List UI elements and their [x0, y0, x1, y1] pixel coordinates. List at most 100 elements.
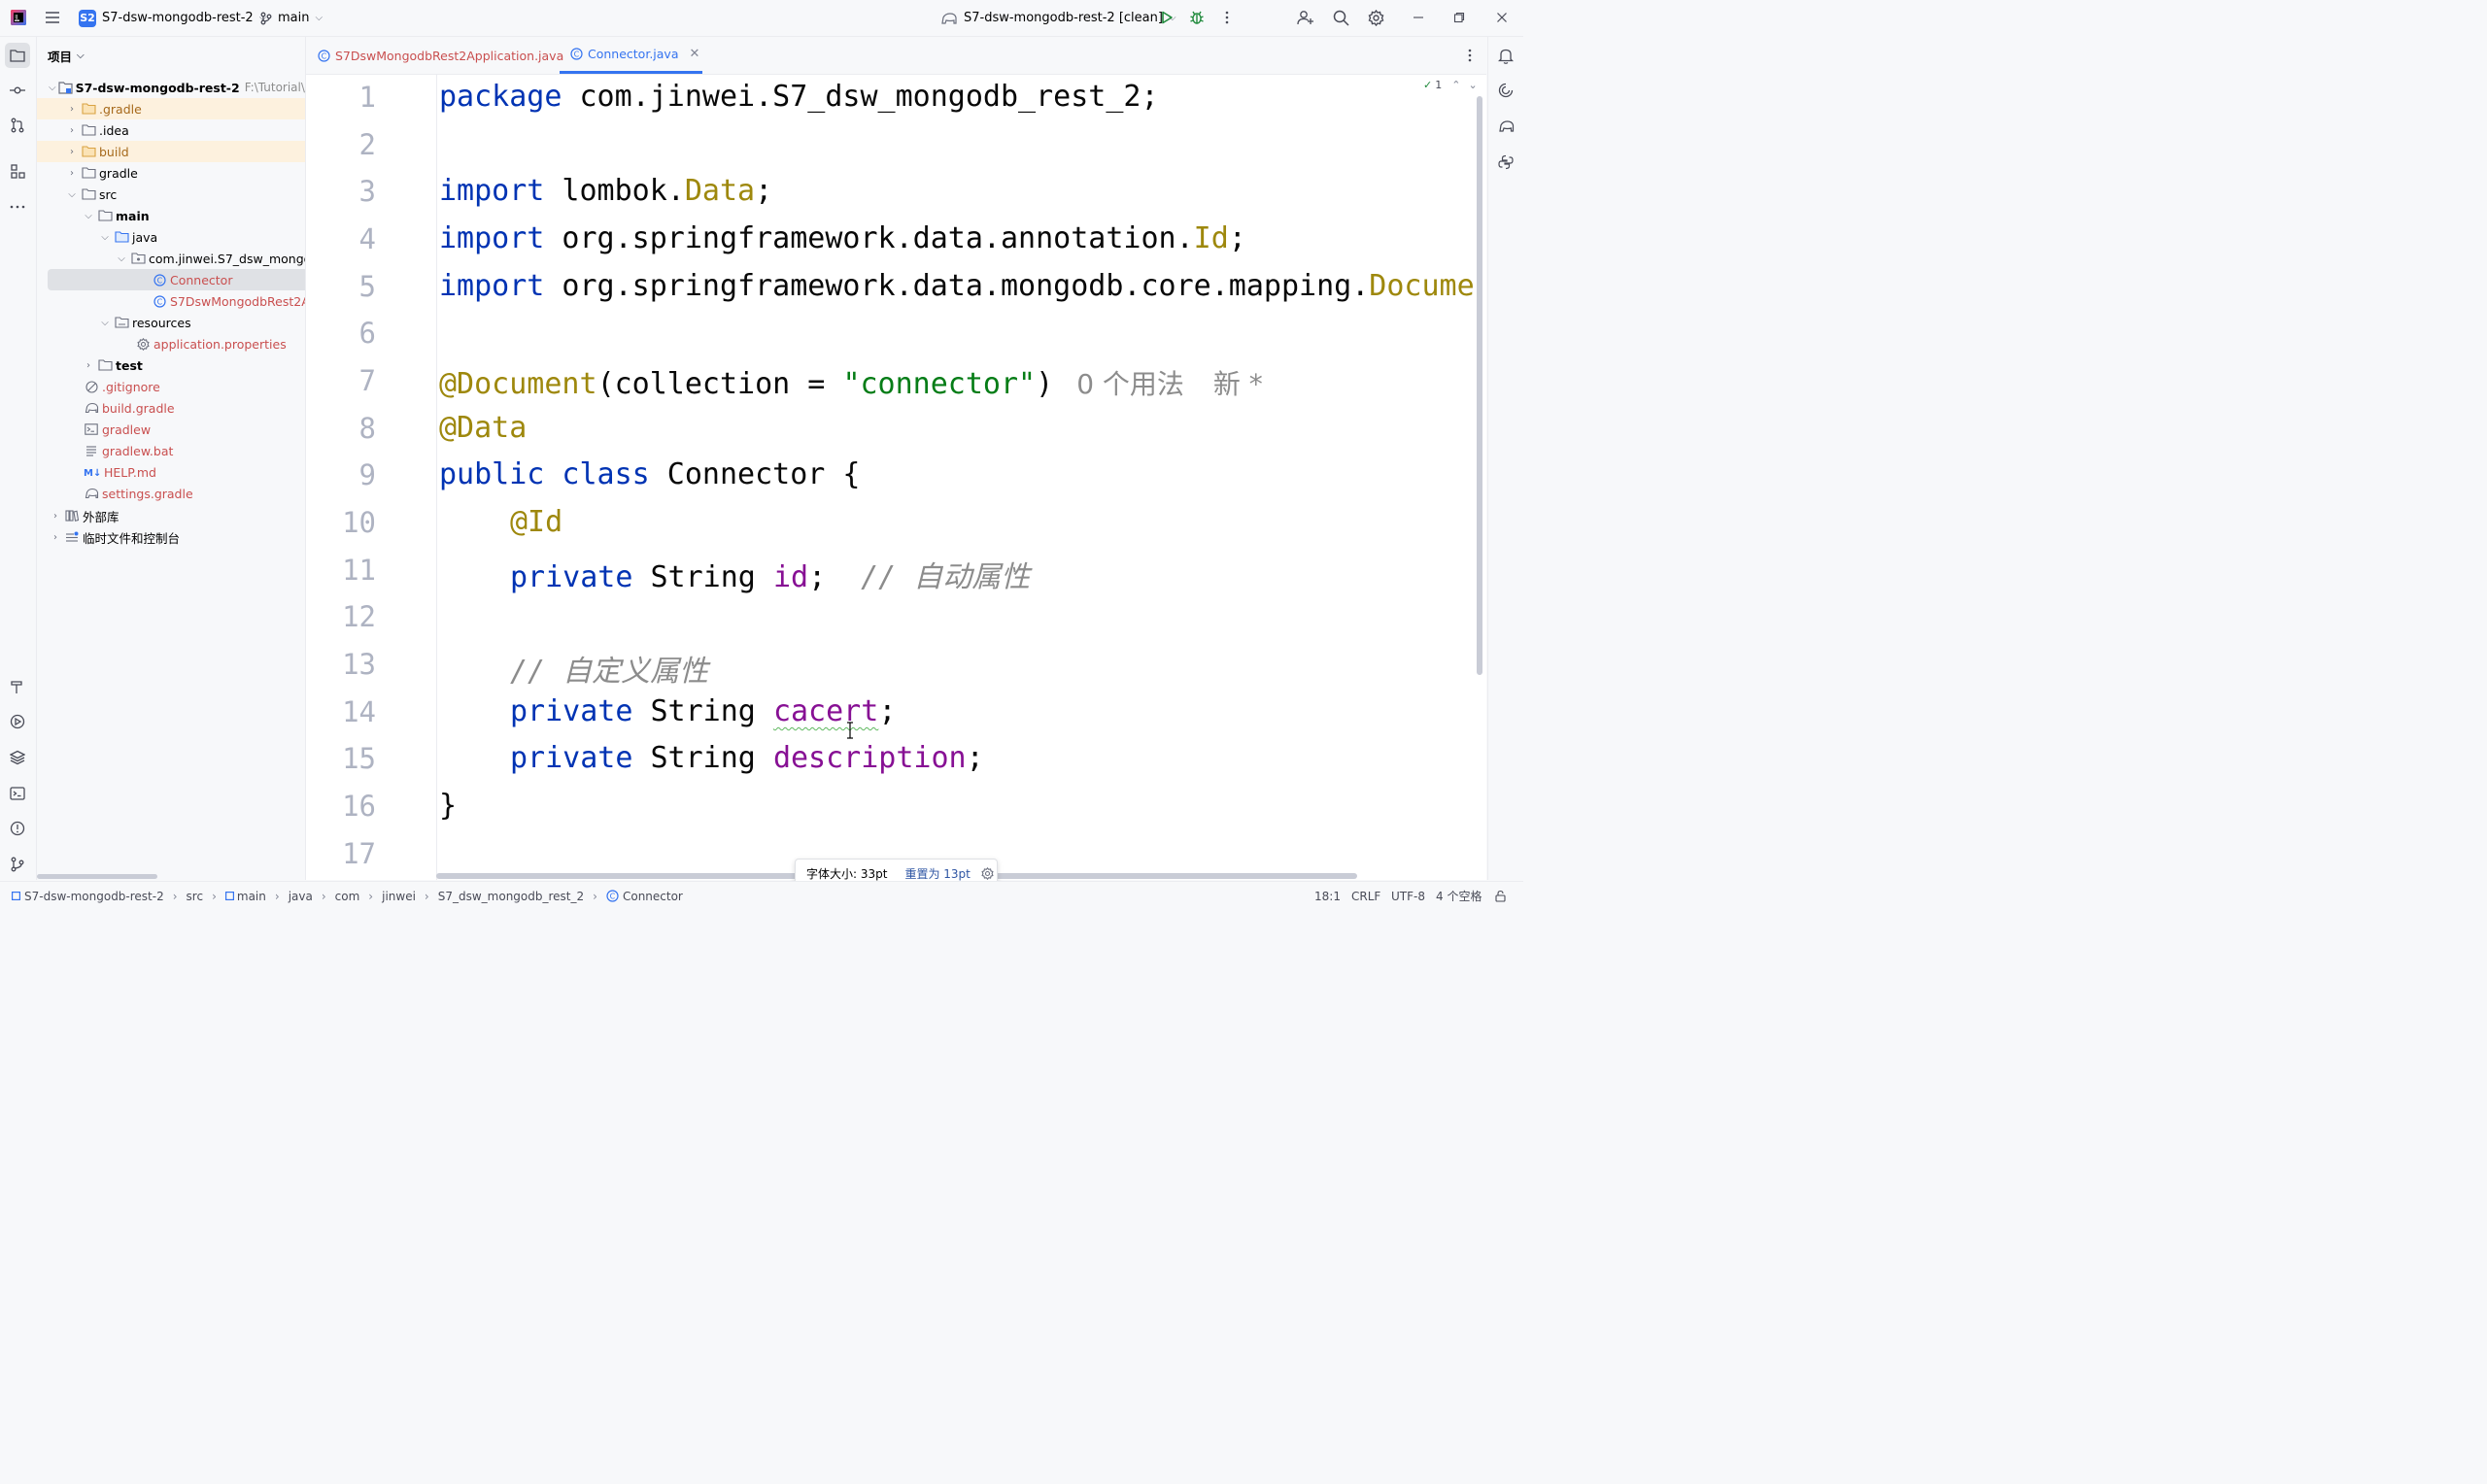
- chevron-right-icon: ›: [274, 889, 280, 903]
- editor-tabs: C S7DswMongodbRest2Application.java C Co…: [306, 37, 1486, 75]
- tree-item-dot-gradle[interactable]: › .gradle: [37, 98, 305, 119]
- tree-item-scratches[interactable]: › 临时文件和控制台: [37, 526, 305, 548]
- code-line: private String description;: [510, 741, 984, 775]
- tree-item-gradle[interactable]: › gradle: [37, 162, 305, 184]
- breadcrumb-item[interactable]: main: [237, 890, 266, 903]
- tree-item-gitignore[interactable]: .gitignore: [37, 376, 305, 397]
- settings-gear-icon[interactable]: [1365, 7, 1386, 28]
- more-actions-icon[interactable]: [1216, 7, 1238, 28]
- reset-font-size-link[interactable]: 重置为 13pt: [904, 865, 970, 882]
- run-config-selector[interactable]: S7-dsw-mongodb-rest-2 [clean] ⌵: [940, 0, 1176, 36]
- ai-assistant-icon[interactable]: [1495, 80, 1516, 101]
- main-menu-icon[interactable]: [42, 7, 63, 28]
- project-horizontal-scrollbar[interactable]: [37, 874, 157, 879]
- code-line: package com.jinwei.S7_dsw_mongodb_rest_2…: [439, 80, 1159, 114]
- java-class-icon: C: [318, 49, 330, 62]
- file-encoding[interactable]: UTF-8: [1391, 882, 1425, 910]
- project-folder-icon[interactable]: [5, 43, 30, 68]
- tree-item-settings-gradle[interactable]: settings.gradle: [37, 483, 305, 504]
- tree-item-application-class[interactable]: C S7DswMongodbRest2Appl: [37, 290, 305, 312]
- code-token: description: [772, 741, 967, 775]
- editor-vertical-scrollbar[interactable]: [1477, 96, 1482, 675]
- tree-item-build-gradle[interactable]: build.gradle: [37, 397, 305, 419]
- tree-item-connector[interactable]: C Connector: [48, 269, 305, 290]
- tab-application-java[interactable]: C S7DswMongodbRest2Application.java: [318, 37, 563, 74]
- breadcrumb-item[interactable]: S7-dsw-mongodb-rest-2: [24, 890, 164, 903]
- line-separator[interactable]: CRLF: [1351, 882, 1380, 910]
- code-token: Data: [684, 174, 756, 208]
- python-console-icon[interactable]: [1495, 152, 1516, 173]
- indent-setting[interactable]: 4 个空格: [1436, 882, 1482, 910]
- code-token: ;: [755, 174, 773, 208]
- svg-text:M↓: M↓: [84, 468, 101, 478]
- pull-requests-icon[interactable]: [7, 115, 28, 136]
- breadcrumb-item[interactable]: com: [335, 890, 360, 903]
- notifications-bell-icon[interactable]: [1495, 45, 1516, 66]
- gradle-elephant-icon: [84, 401, 99, 415]
- usages-hint[interactable]: 0 个用法: [1076, 368, 1184, 400]
- scratches-icon: [64, 530, 80, 544]
- inspection-widget[interactable]: ✓ 1 ⌃ ⌄: [1423, 79, 1478, 91]
- tree-item-java[interactable]: ⌵ java: [37, 226, 305, 248]
- code-token: import: [439, 269, 545, 303]
- tab-options-icon[interactable]: [1459, 45, 1481, 66]
- breadcrumb-item[interactable]: S7_dsw_mongodb_rest_2: [438, 890, 584, 903]
- project-panel-title[interactable]: 项目 ⌵: [48, 47, 85, 65]
- chevron-right-icon: ›: [53, 510, 57, 522]
- line-number: 4: [358, 222, 376, 255]
- code-token: import: [439, 174, 545, 208]
- tree-item-package[interactable]: ⌵ com.jinwei.S7_dsw_mongodb_: [37, 248, 305, 269]
- branch-name: main: [278, 11, 310, 25]
- restore-window-icon[interactable]: [1448, 7, 1470, 28]
- terminal-icon[interactable]: [7, 783, 28, 804]
- minimize-window-icon[interactable]: [1408, 7, 1429, 28]
- tree-item-build[interactable]: › build: [37, 141, 305, 162]
- services-icon[interactable]: [7, 711, 28, 732]
- layers-icon[interactable]: [7, 747, 28, 768]
- code-token: lombok.: [544, 174, 685, 208]
- git-icon[interactable]: [7, 854, 28, 875]
- debug-icon[interactable]: [1186, 7, 1208, 28]
- code-line: // 自定义属性: [510, 647, 708, 690]
- close-window-icon[interactable]: [1491, 7, 1513, 28]
- breadcrumb-item[interactable]: Connector: [623, 890, 683, 903]
- tree-item-src[interactable]: ⌵ src: [37, 184, 305, 205]
- add-user-icon[interactable]: [1295, 7, 1316, 28]
- tree-item-help-md[interactable]: M↓ HELP.md: [37, 461, 305, 483]
- tree-item-external-libraries[interactable]: › 外部库: [37, 505, 305, 526]
- tree-item-application-properties[interactable]: application.properties: [37, 333, 305, 354]
- run-icon[interactable]: [1156, 7, 1177, 28]
- settings-gear-icon[interactable]: [981, 866, 994, 880]
- chevron-right-icon: ›: [70, 146, 74, 157]
- build-hammer-icon[interactable]: [7, 676, 28, 697]
- gradle-elephant-icon[interactable]: [1495, 116, 1516, 137]
- breadcrumb-item[interactable]: src: [187, 890, 204, 903]
- close-tab-icon[interactable]: ✕: [690, 47, 700, 61]
- tree-item-root[interactable]: ⌵ S7-dsw-mongodb-rest-2 F:\Tutorial\Spri…: [37, 77, 305, 98]
- line-number: 11: [342, 554, 376, 587]
- structure-icon[interactable]: [7, 160, 28, 182]
- commit-icon[interactable]: [7, 80, 28, 101]
- tree-item-gradlew-bat[interactable]: gradlew.bat: [37, 440, 305, 461]
- breadcrumb-item[interactable]: java: [289, 890, 313, 903]
- search-icon[interactable]: [1330, 7, 1351, 28]
- problems-icon[interactable]: [7, 818, 28, 839]
- tree-item-test[interactable]: › test: [37, 354, 305, 376]
- tree-item-main[interactable]: ⌵ main: [37, 205, 305, 226]
- source-folder-icon: [114, 230, 129, 244]
- tree-item-idea[interactable]: › .idea: [37, 119, 305, 141]
- more-tools-icon[interactable]: [7, 196, 28, 218]
- tree-item-resources[interactable]: ⌵ resources: [37, 312, 305, 333]
- branch-selector[interactable]: main ⌵: [260, 0, 323, 36]
- code-token: private: [510, 560, 633, 594]
- code-token: ): [1036, 367, 1054, 401]
- author-hint[interactable]: 新 *: [1213, 368, 1263, 400]
- lock-icon[interactable]: [1494, 882, 1507, 910]
- tree-item-gradlew[interactable]: gradlew: [37, 419, 305, 440]
- status-bar: S7-dsw-mongodb-rest-2 › src › main › jav…: [0, 881, 1523, 910]
- code-editor[interactable]: 1 2 3 4 5 6 7 8 9 10 11 12 13 14 15 16 1…: [306, 75, 1486, 880]
- project-selector[interactable]: S2 S7-dsw-mongodb-rest-2 ⌵: [79, 0, 266, 36]
- tab-connector-java[interactable]: C Connector.java ✕: [560, 37, 702, 74]
- cursor-position[interactable]: 18:1: [1314, 882, 1341, 910]
- breadcrumb-item[interactable]: jinwei: [382, 890, 416, 903]
